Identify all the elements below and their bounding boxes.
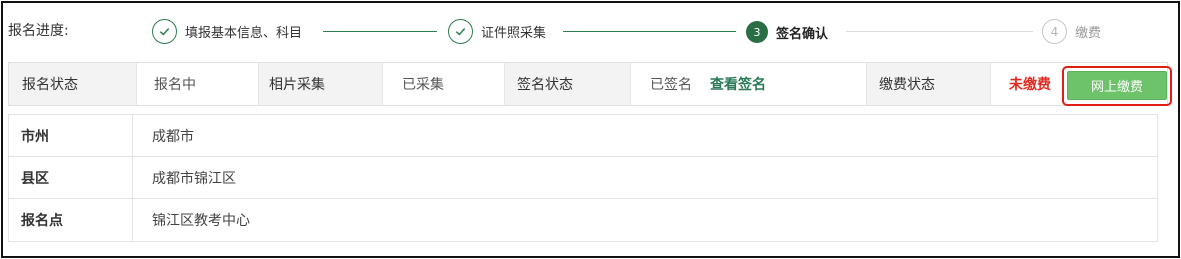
enroll-status-value: 报名中 xyxy=(137,63,259,105)
sign-status-value: 已签名 xyxy=(650,77,692,93)
step-photo: 证件照采集 xyxy=(448,19,546,44)
pay-status-value: 未缴费 xyxy=(1009,77,1051,93)
check-icon xyxy=(152,19,177,44)
city-value: 成都市 xyxy=(152,128,194,145)
step-sign-confirm: 3 签名确认 xyxy=(746,21,828,43)
exam-site-label: 报名点 xyxy=(9,199,133,241)
step-label: 签名确认 xyxy=(776,26,829,42)
exam-site-value: 锦江区教考中心 xyxy=(152,213,250,229)
district-value: 成都市锦江区 xyxy=(152,170,236,187)
table-row: 市州 成都市 xyxy=(9,115,1157,157)
photo-status-label: 相片采集 xyxy=(259,63,383,105)
online-pay-button[interactable]: 网上缴费 xyxy=(1067,71,1167,100)
step-connector xyxy=(323,31,437,32)
district-label: 县区 xyxy=(9,157,133,198)
progress-label: 报名进度: xyxy=(8,23,69,39)
step-connector xyxy=(846,31,1033,32)
step-label: 填报基本信息、科目 xyxy=(185,26,303,41)
pay-status-label: 缴费状态 xyxy=(867,63,991,105)
sign-status-cell: 已签名 查看签名 xyxy=(631,63,867,105)
step-number: 3 xyxy=(746,21,768,43)
city-label: 市州 xyxy=(9,115,133,156)
table-row: 县区 成都市锦江区 xyxy=(9,157,1157,199)
photo-status-value: 已采集 xyxy=(383,63,505,105)
view-signature-link[interactable]: 查看签名 xyxy=(710,74,766,94)
table-row: 报名点 锦江区教考中心 xyxy=(9,199,1157,241)
check-icon xyxy=(448,19,473,44)
step-payment: 4 缴费 xyxy=(1042,19,1101,44)
step-number: 4 xyxy=(1042,19,1067,44)
step-label: 证件照采集 xyxy=(481,26,547,41)
sign-status-label: 签名状态 xyxy=(505,63,631,105)
step-basic-info: 填报基本信息、科目 xyxy=(152,19,302,44)
step-connector xyxy=(563,31,736,32)
enroll-status-label: 报名状态 xyxy=(9,63,137,105)
location-info-table: 市州 成都市 县区 成都市锦江区 报名点 锦江区教考中心 xyxy=(8,114,1158,242)
step-label: 缴费 xyxy=(1075,26,1102,41)
status-bar: 报名状态 报名中 相片采集 已采集 签名状态 已签名 查看签名 缴费状态 未缴费 xyxy=(8,62,1168,106)
